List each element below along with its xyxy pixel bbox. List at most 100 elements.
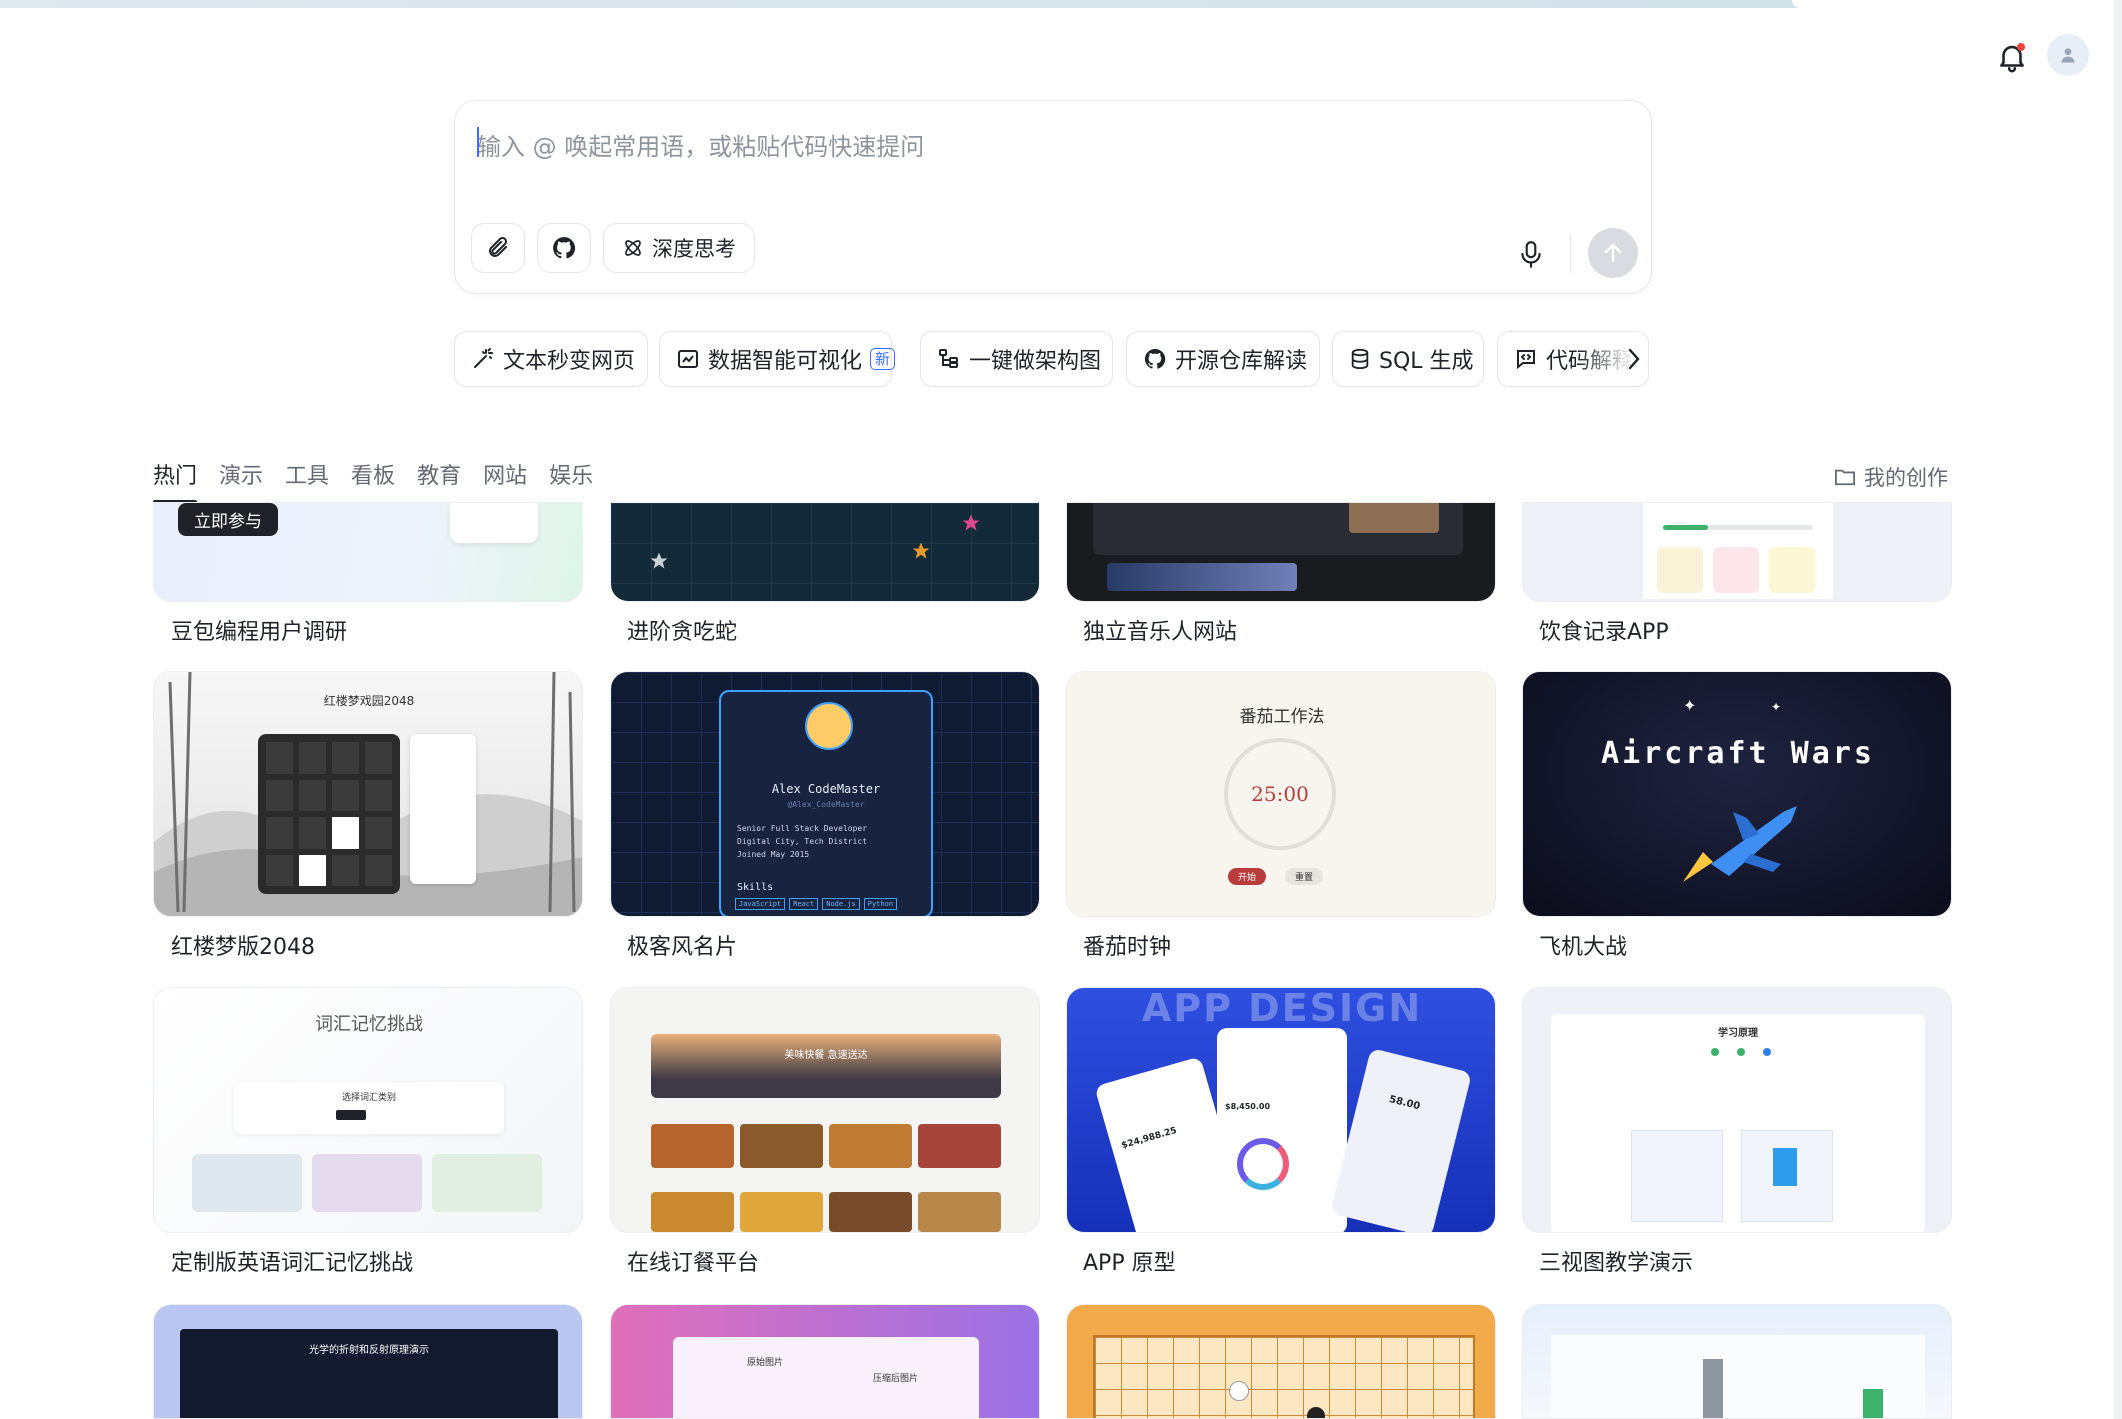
- user-avatar[interactable]: [2047, 34, 2089, 76]
- skill-tag: JavaScript: [735, 898, 786, 910]
- card-title: 在线订餐平台: [627, 1251, 760, 1276]
- send-button[interactable]: [1588, 228, 1638, 278]
- chip-sql-generation[interactable]: SQL 生成: [1332, 331, 1484, 387]
- card-thumbnail[interactable]: 番茄工作法 25:00 开始 重置: [1066, 671, 1496, 917]
- thumb-value: 58.00: [1387, 1094, 1422, 1113]
- timer-start-button: 开始: [1228, 868, 1267, 885]
- new-badge: 新: [870, 348, 896, 370]
- card-thumbnail[interactable]: 立即参与: [153, 502, 583, 602]
- join-now-badge: 立即参与: [178, 503, 278, 536]
- thumb-banner: 美味快餐 急速送达: [784, 1050, 868, 1061]
- thumb-label: 压缩后图片: [873, 1374, 919, 1384]
- atom-icon: [625, 240, 641, 256]
- deep-think-button[interactable]: 深度思考: [603, 223, 755, 273]
- card-thumbnail[interactable]: APP DESIGN $24,988.25 $8,450.00 58.00: [1066, 987, 1496, 1233]
- chip-label: SQL 生成: [1379, 349, 1474, 374]
- tab-presentation[interactable]: 演示: [219, 458, 263, 504]
- card-thumbnail[interactable]: [1522, 502, 1952, 602]
- thumb-label: 原始图片: [747, 1358, 784, 1368]
- github-import-button[interactable]: [537, 223, 591, 273]
- card-title: 三视图教学演示: [1539, 1251, 1694, 1276]
- card-thumbnail[interactable]: [1066, 1304, 1496, 1419]
- timer-display: 25:00: [1251, 782, 1309, 806]
- chip-label: 开源仓库解读: [1175, 349, 1308, 374]
- card-title: 飞机大战: [1539, 935, 1628, 960]
- card-thumbnail[interactable]: 词汇记忆挑战 选择词汇类别: [153, 987, 583, 1233]
- my-creations-link[interactable]: 我的创作: [1834, 462, 1948, 492]
- chip-repo-analysis[interactable]: 开源仓库解读: [1126, 331, 1320, 387]
- chip-label: 数据智能可视化: [708, 349, 863, 374]
- profile-line: Digital City, Tech District: [737, 837, 868, 846]
- github-icon: [1144, 348, 1166, 369]
- card-thumbnail[interactable]: 原始图片 压缩后图片: [610, 1304, 1040, 1419]
- composer-divider: [1570, 235, 1571, 273]
- my-creations-label: 我的创作: [1864, 466, 1948, 490]
- chip-label: 文本秒变网页: [503, 349, 636, 374]
- text-caret: [477, 127, 479, 157]
- tab-education[interactable]: 教育: [417, 458, 461, 504]
- tab-entertainment[interactable]: 娱乐: [549, 458, 593, 504]
- card-title: 番茄时钟: [1083, 935, 1172, 960]
- code-comment-icon: [1517, 350, 1535, 370]
- card-thumbnail[interactable]: [610, 502, 1040, 602]
- window-top-strip: [0, 0, 2122, 8]
- attach-button[interactable]: [471, 223, 525, 273]
- notification-dot: [2017, 43, 2025, 51]
- arrow-up-icon: [1604, 243, 1622, 263]
- chip-data-visualization[interactable]: 数据智能可视化 新: [659, 331, 896, 387]
- skill-tag: Node.js: [822, 898, 860, 910]
- card-thumbnail[interactable]: 学习原理: [1522, 987, 1952, 1233]
- tab-website[interactable]: 网站: [483, 458, 527, 504]
- tab-dashboard[interactable]: 看板: [351, 458, 395, 504]
- profile-handle: @Alex_CodeMaster: [787, 800, 865, 809]
- thumb-heading: APP DESIGN: [1141, 987, 1423, 1030]
- tab-hot[interactable]: 热门: [153, 458, 198, 504]
- chip-label: 一键做架构图: [969, 349, 1102, 374]
- card-thumbnail[interactable]: 光学的折射和反射原理演示: [153, 1304, 583, 1419]
- flowchart-icon: [939, 349, 958, 368]
- chevron-right-icon[interactable]: [1624, 344, 1644, 374]
- skill-tag: React: [789, 898, 819, 910]
- card-title: APP 原型: [1083, 1251, 1176, 1276]
- card-thumbnail[interactable]: 红楼梦戏园2048: [153, 671, 583, 917]
- card-title: 进阶贪吃蛇: [627, 620, 738, 645]
- github-icon: [553, 237, 576, 259]
- prompt-composer[interactable]: 输入 @ 唤起常用语，或粘贴代码快速提问 深度思考: [454, 100, 1652, 294]
- thumb-heading: 学习原理: [1718, 1028, 1758, 1039]
- card-title: 定制版英语词汇记忆挑战: [171, 1251, 414, 1276]
- magic-wand-icon: [474, 348, 493, 368]
- card-title: 豆包编程用户调研: [171, 620, 348, 645]
- prompt-input[interactable]: 输入 @ 唤起常用语，或粘贴代码快速提问: [477, 127, 924, 162]
- card-title: 独立音乐人网站: [1083, 620, 1238, 645]
- thumb-subheading: 选择词汇类别: [341, 1093, 396, 1103]
- skills-label: Skills: [737, 882, 774, 893]
- category-tabs: 热门 演示 工具 看板 教育 网站 娱乐: [153, 458, 615, 504]
- profile-name: Alex CodeMaster: [771, 782, 881, 796]
- thumb-value: $8,450.00: [1225, 1102, 1271, 1111]
- thumb-heading: Aircraft Wars: [1601, 736, 1875, 771]
- card-title: 饮食记录APP: [1539, 620, 1669, 645]
- timer-reset-button: 重置: [1285, 868, 1324, 885]
- jet-plane-icon: [1683, 806, 1797, 882]
- deep-think-label: 深度思考: [652, 237, 736, 261]
- card-thumbnail[interactable]: 美味快餐 急速送达: [610, 987, 1040, 1233]
- profile-line: Joined May 2015: [737, 850, 810, 859]
- thumb-heading: 词汇记忆挑战: [315, 1014, 423, 1035]
- tab-tools[interactable]: 工具: [285, 458, 329, 504]
- chip-text-to-web[interactable]: 文本秒变网页: [454, 331, 648, 387]
- database-icon: [1351, 348, 1369, 370]
- card-thumbnail[interactable]: Aircraft Wars ✦ ✦: [1522, 671, 1952, 917]
- thumb-value: $24,988.25: [1120, 1125, 1178, 1152]
- notification-bell-icon[interactable]: [1995, 40, 2029, 74]
- chip-architecture-diagram[interactable]: 一键做架构图: [920, 331, 1113, 387]
- chart-image-icon: [678, 350, 698, 368]
- thumb-heading: 红楼梦戏园2048: [323, 694, 415, 708]
- skill-tag: Python: [863, 898, 898, 910]
- microphone-icon[interactable]: [1518, 240, 1548, 274]
- card-thumbnail[interactable]: Alex CodeMaster @Alex_CodeMaster Senior …: [610, 671, 1040, 917]
- card-thumbnail[interactable]: [1066, 502, 1496, 602]
- card-title: 红楼梦版2048: [171, 935, 315, 960]
- profile-line: Senior Full Stack Developer: [737, 824, 868, 833]
- card-thumbnail[interactable]: [1522, 1304, 1952, 1419]
- scrollbar[interactable]: [2114, 0, 2122, 1419]
